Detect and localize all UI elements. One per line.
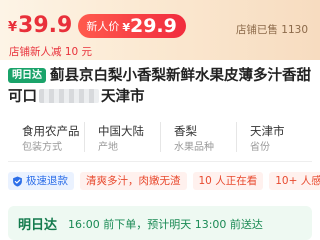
attribute-key: 包装方式 bbox=[22, 142, 62, 153]
attribute-key: 水果品种 bbox=[174, 142, 214, 153]
newcomer-price-value: 29.9 bbox=[129, 15, 177, 37]
delivery-detail: 16:00 前下单，预计明天 13:00 前送达 bbox=[68, 218, 263, 231]
price-currency: ¥ bbox=[8, 20, 18, 35]
store-sales-count: 店铺已售 1130 bbox=[235, 24, 308, 36]
product-attributes[interactable]: 食用农产品 包装方式 中国大陆 产地 香梨 水果品种 天津市 省份 bbox=[8, 118, 312, 162]
next-day-delivery-tag: 明日达 bbox=[8, 68, 46, 83]
redacted-text bbox=[39, 89, 99, 103]
fast-refund-label: 极速退款 bbox=[26, 175, 68, 187]
service-chips: 极速退款 清爽多汁，肉嫩无渣 10 人正在看 10+ 人感兴趣 bbox=[8, 172, 320, 192]
original-price: 39.9 bbox=[18, 13, 73, 38]
attribute-origin: 中国大陆 产地 bbox=[84, 118, 160, 161]
attribute-variety: 香梨 水果品种 bbox=[160, 118, 236, 161]
attribute-value: 香梨 bbox=[174, 124, 197, 138]
attribute-province: 天津市 省份 bbox=[236, 118, 312, 161]
price-banner: ¥ 39.9 新人价 ¥ 29.9 店铺已售 1130 店铺新人减 10 元 bbox=[0, 0, 320, 60]
product-title-line1: 蓟县京白梨小香梨新鲜水果皮薄多汁香甜 bbox=[50, 68, 311, 84]
price-row: ¥ 39.9 新人价 ¥ 29.9 bbox=[8, 14, 186, 38]
attribute-packaging: 食用农产品 包装方式 bbox=[8, 118, 84, 161]
attribute-value: 天津市 bbox=[250, 124, 285, 138]
newcomer-discount[interactable]: 店铺新人减 10 元 bbox=[9, 44, 92, 59]
newcomer-price-label: 新人价 bbox=[86, 20, 120, 33]
viewing-count-chip: 10 人正在看 bbox=[192, 172, 264, 190]
interest-count-chip: 10+ 人感兴趣 bbox=[269, 172, 320, 190]
fast-refund-chip[interactable]: 极速退款 bbox=[8, 172, 74, 190]
delivery-info[interactable]: 明日达 16:00 前下单，预计明天 13:00 前送达 bbox=[8, 206, 312, 240]
attribute-value: 中国大陆 bbox=[98, 124, 144, 138]
product-title-line2-start: 可口 bbox=[8, 89, 37, 105]
product-title-line2-end: 天津市 bbox=[101, 89, 145, 105]
delivery-title: 明日达 bbox=[18, 218, 58, 233]
review-highlight-chip[interactable]: 清爽多汁，肉嫩无渣 bbox=[80, 172, 187, 190]
shield-check-icon bbox=[13, 176, 22, 186]
attribute-key: 省份 bbox=[250, 142, 270, 153]
newcomer-price-pill[interactable]: 新人价 ¥ 29.9 bbox=[78, 14, 186, 38]
newcomer-price-currency: ¥ bbox=[122, 21, 130, 34]
product-title: 明日达 蓟县京白梨小香梨新鲜水果皮薄多汁香甜 可口 天津市 bbox=[8, 66, 314, 108]
attribute-value: 食用农产品 bbox=[22, 124, 80, 138]
attribute-key: 产地 bbox=[98, 142, 118, 153]
